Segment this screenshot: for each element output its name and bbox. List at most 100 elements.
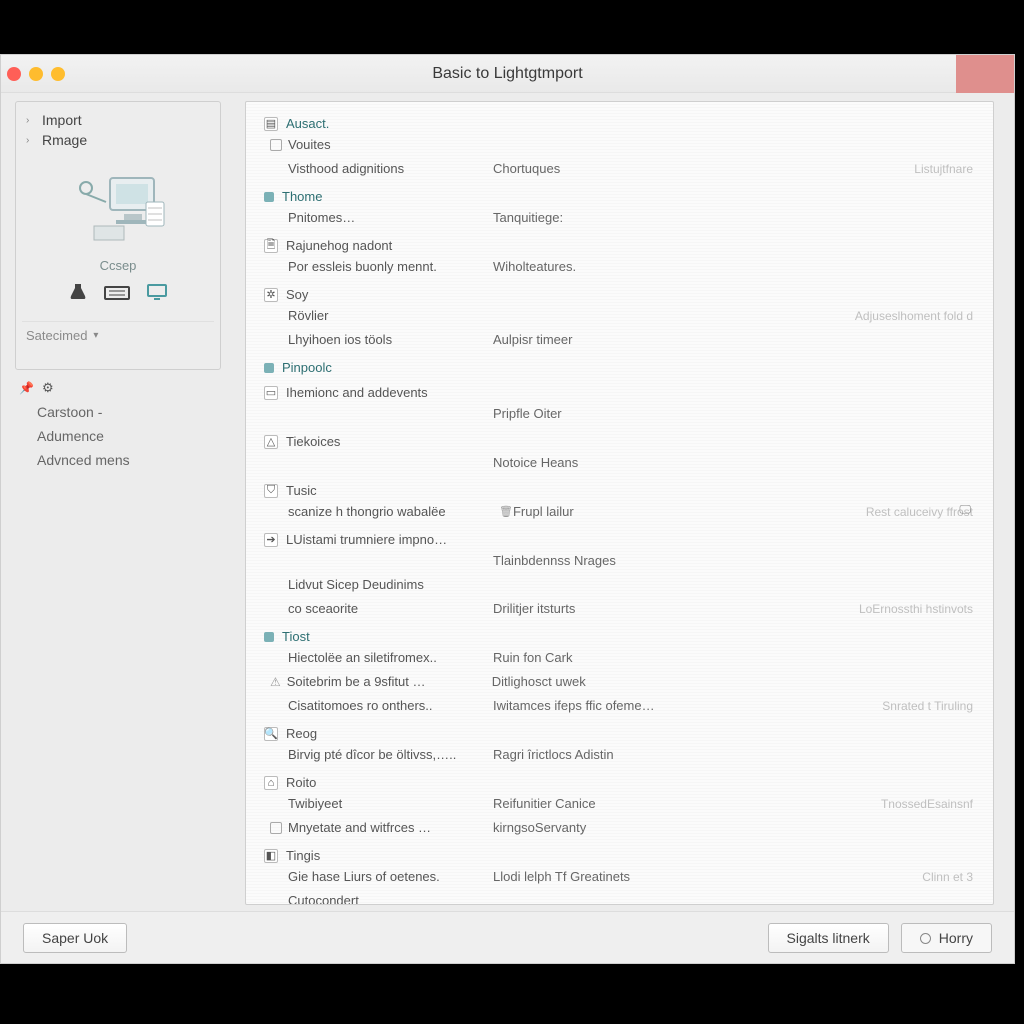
list-item[interactable]: Pnitomes…Tanquitiege:: [246, 206, 993, 230]
lab-icon[interactable]: [68, 283, 88, 307]
item-right: Listujtfnare: [914, 159, 973, 179]
warn-icon: ⚠: [270, 672, 281, 692]
trash-icon[interactable]: 🗑: [499, 502, 513, 522]
list-item[interactable]: Tlainbdennss Nrages: [246, 549, 993, 573]
sidebar: › Import › Rmage: [1, 93, 235, 913]
list-item[interactable]: ⚠Soitebrim be a 9sfitut …Ditlighosct uwe…: [246, 670, 993, 694]
group-heading[interactable]: 🔍 Reog: [246, 718, 993, 743]
group-heading[interactable]: ⛉Tusic: [246, 475, 993, 500]
group-heading[interactable]: Tiost: [246, 621, 993, 646]
arrow-icon: ➔: [264, 533, 278, 547]
shield-icon: ⛉: [264, 484, 278, 498]
warn-icon: △: [264, 435, 278, 449]
group-heading[interactable]: ◧Tingis: [246, 840, 993, 865]
list-item[interactable]: Notoice Heans: [246, 451, 993, 475]
nav-label: Import: [42, 112, 82, 128]
accent-patch: [956, 55, 1014, 93]
item-mid: Tanquitiege:: [493, 208, 723, 228]
group-heading[interactable]: ✲Soy: [246, 279, 993, 304]
list-item[interactable]: Cutocondert: [246, 889, 993, 904]
list-item[interactable]: scanize h thongrio wabalëe🗑Frupl lailurR…: [246, 500, 993, 524]
list-item[interactable]: Visthood adignitionsChortuques Listujtfna…: [246, 157, 993, 181]
list-item[interactable]: Por essleis buonly mennt.Wiholteatures.: [246, 255, 993, 279]
list-item[interactable]: Vouites: [246, 133, 993, 157]
item-right: Rest caluceivy ffrost: [866, 502, 973, 522]
item-left: Cisatitomoes ro onthers..: [288, 696, 493, 716]
item-mid: Pripfle Oiter: [493, 404, 723, 424]
item-left: Mnyetate and witfrces …: [288, 818, 493, 838]
sidebar-item-adumence[interactable]: Adumence: [19, 428, 217, 444]
keyboard-icon[interactable]: [104, 283, 130, 307]
list-item[interactable]: Lidvut Sicep Deudinims: [246, 573, 993, 597]
group-heading[interactable]: ▭ Ihemionc and addevents: [246, 377, 993, 402]
group-heading[interactable]: Thome: [246, 181, 993, 206]
titlebar: Basic to Lightgtmport: [1, 55, 1014, 93]
group-heading[interactable]: Pinpoolc: [246, 352, 993, 377]
item-mid: Ruin fon Cark: [493, 648, 723, 668]
group-title: Reog: [286, 726, 317, 741]
sidebar-nav-rmage[interactable]: › Rmage: [22, 130, 214, 150]
minimize-icon[interactable]: [29, 67, 43, 81]
sidebar-item-advanced[interactable]: Advnced mens: [19, 452, 217, 468]
list-item[interactable]: Lhyihoen ios töolsAulpisr timeer: [246, 328, 993, 352]
item-left: Gie hase Liurs of oetenes.: [288, 867, 493, 887]
group-title: Ihemionc and addevents: [286, 385, 428, 400]
item-left: Visthood adignitions: [288, 159, 493, 179]
item-mid: Drilitjer itsturts: [493, 599, 723, 619]
horry-button[interactable]: Horry: [901, 923, 992, 953]
list-item[interactable]: Mnyetate and witfrces …kirngsoServanty: [246, 816, 993, 840]
chevron-down-icon: ▾: [93, 330, 103, 341]
super-ok-button[interactable]: Saper Uok: [23, 923, 127, 953]
group-title: Tingis: [286, 848, 320, 863]
group-title: Ausact.: [286, 116, 329, 131]
sidebar-select[interactable]: Satecimed ▾: [22, 321, 214, 345]
page-icon: 🗎: [264, 239, 278, 253]
mag-icon: 🔍: [264, 727, 278, 741]
checkbox-icon[interactable]: [270, 139, 282, 151]
sidebar-menu-row[interactable]: 📌 ⚙: [19, 380, 217, 396]
item-left: Soitebrim be a 9sfitut …: [287, 672, 492, 692]
list-item[interactable]: Birvig pté dîcor be öltivss,…..Ragri îri…: [246, 743, 993, 767]
group-title: Tiekoices: [286, 434, 340, 449]
signals-button[interactable]: Sigalts litnerk: [768, 923, 889, 953]
settings-list: ▤Ausact.VouitesVisthood adignitionsChort…: [246, 102, 993, 904]
main-panel: ▤Ausact.VouitesVisthood adignitionsChort…: [245, 101, 994, 905]
screen-icon: 🖵: [959, 502, 971, 517]
group-title: Tiost: [282, 629, 310, 644]
list-item[interactable]: Hiectolëe an siletifromex..Ruin fon Cark: [246, 646, 993, 670]
item-mid: Notoice Heans: [493, 453, 723, 473]
group-heading[interactable]: ▤Ausact.: [246, 108, 993, 133]
rect-icon: ▭: [264, 386, 278, 400]
item-right: Snrated t Tiruling: [882, 696, 973, 716]
zoom-icon[interactable]: [51, 67, 65, 81]
list-item[interactable]: RövlierAdjuseslhoment fold d: [246, 304, 993, 328]
item-mid: Reifunitier Canice: [493, 794, 723, 814]
group-heading[interactable]: ⌂Roito: [246, 767, 993, 792]
group-title: Rajunehog nadont: [286, 238, 392, 253]
group-heading[interactable]: 🗎 Rajunehog nadont: [246, 230, 993, 255]
monitor-icon[interactable]: [146, 283, 168, 307]
list-item[interactable]: Cisatitomoes ro onthers..Iwitamces ifeps…: [246, 694, 993, 718]
sidebar-item-carstoon[interactable]: Carstoon -: [19, 404, 217, 420]
dot-icon: [264, 192, 274, 202]
item-mid: Chortuques: [493, 159, 723, 179]
window-controls: [7, 67, 65, 81]
chevron-right-icon: ›: [26, 115, 36, 126]
group-heading[interactable]: ➔LUistami trumniere impno…: [246, 524, 993, 549]
checkbox-icon[interactable]: [270, 822, 282, 834]
radio-icon: [920, 933, 931, 944]
list-item[interactable]: co sceaoriteDrilitjer itsturtsLoErnossth…: [246, 597, 993, 621]
item-mid: Iwitamces ifeps ffic ofeme…: [493, 696, 723, 716]
list-item[interactable]: TwibiyeetReifunitier CaniceTnossedEsains…: [246, 792, 993, 816]
illustration-caption: Ccsep: [22, 258, 214, 273]
group-title: Pinpoolc: [282, 360, 332, 375]
item-right: Adjuseslhoment fold d: [855, 306, 973, 326]
select-label: Satecimed: [26, 328, 87, 343]
item-left: Por essleis buonly mennt.: [288, 257, 493, 277]
close-icon[interactable]: [7, 67, 21, 81]
list-item[interactable]: Gie hase Liurs of oetenes.Llodi lelph Tf…: [246, 865, 993, 889]
sidebar-nav-import[interactable]: › Import: [22, 110, 214, 130]
group-heading[interactable]: △ Tiekoices: [246, 426, 993, 451]
list-item[interactable]: Pripfle Oiter: [246, 402, 993, 426]
home-icon: ⌂: [264, 776, 278, 790]
